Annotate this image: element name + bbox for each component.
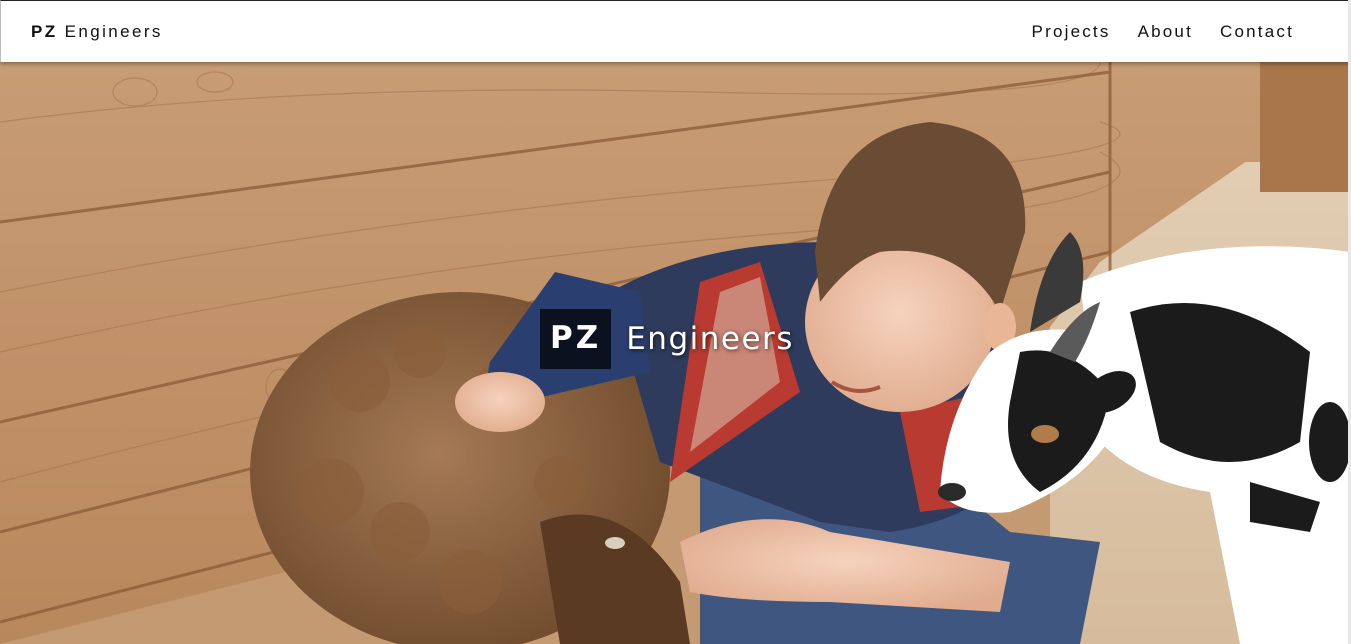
hero-title-badge: PZ [540,309,612,369]
brand-initials: PZ [31,22,58,41]
brand-logo-link[interactable]: PZ Engineers [31,22,163,42]
hero-title-text: Engineers [626,321,794,357]
sheep-face [540,514,690,644]
top-navbar: PZ Engineers Projects About Contact [0,0,1351,62]
nav-link-projects[interactable]: Projects [1032,22,1111,42]
nav-link-contact[interactable]: Contact [1220,22,1294,42]
brand-name: Engineers [57,22,163,41]
hero-title: PZ Engineers [540,309,794,369]
boy-hand [455,372,545,432]
nav-links: Projects About Contact [1032,22,1294,42]
nav-link-about[interactable]: About [1138,22,1193,42]
hero-banner: PZ Engineers [0,62,1351,644]
